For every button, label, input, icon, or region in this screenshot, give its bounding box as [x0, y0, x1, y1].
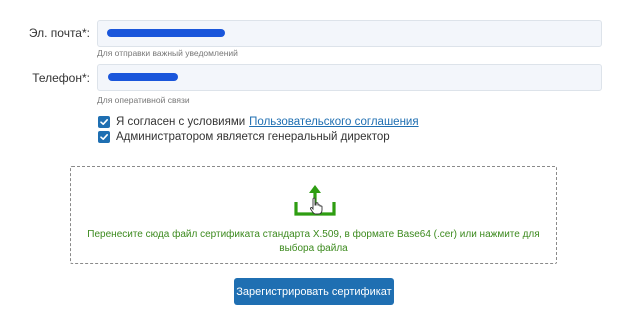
checkmark-icon [100, 119, 108, 125]
email-label: Эл. почта*: [28, 26, 90, 40]
checkmark-icon [100, 134, 108, 140]
phone-hint: Для оперативной связи [97, 95, 190, 105]
agreement-checkbox-row[interactable]: Я согласен с условиями Пользовательского… [98, 116, 419, 128]
phone-label: Телефон*: [32, 71, 90, 85]
phone-field[interactable] [97, 64, 602, 91]
admin-director-text: Администратором является генеральный дир… [116, 131, 390, 143]
agreement-checkbox[interactable] [98, 116, 110, 128]
email-field[interactable] [97, 20, 602, 47]
certificate-dropzone[interactable]: Перенесите сюда файл сертификата стандар… [70, 166, 557, 264]
user-agreement-link[interactable]: Пользовательского соглашения [249, 116, 418, 128]
certificate-registration-form: Эл. почта*: Для отправки важный уведомле… [0, 0, 621, 319]
upload-icon [294, 185, 336, 216]
email-hint: Для отправки важный уведомлений [97, 48, 238, 58]
dropzone-instructions: Перенесите сюда файл сертификата стандар… [87, 229, 540, 254]
register-certificate-button[interactable]: Зарегистрировать сертификат [234, 278, 394, 305]
agreement-text: Я согласен с условиями [116, 116, 246, 128]
admin-checkbox-row[interactable]: Администратором является генеральный дир… [98, 131, 390, 143]
admin-director-checkbox[interactable] [98, 131, 110, 143]
